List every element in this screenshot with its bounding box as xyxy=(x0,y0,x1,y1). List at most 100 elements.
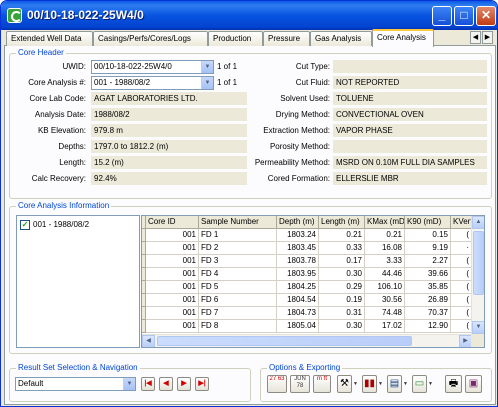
cell-core-id[interactable]: 001 xyxy=(146,255,199,268)
cell-k90[interactable]: 2.27 xyxy=(405,255,451,268)
cell-length[interactable]: 0.29 xyxy=(319,281,365,294)
cell-kvert[interactable]: ( xyxy=(451,320,472,333)
column-header-k90[interactable]: K90 (mD) xyxy=(405,216,451,229)
cell-sample-number[interactable]: FD 8 xyxy=(199,320,277,333)
tab-gas-analysis[interactable]: Gas Analysis xyxy=(310,31,372,46)
cell-kvert[interactable]: ( xyxy=(451,294,472,307)
cell-depth[interactable]: 1804.54 xyxy=(277,294,319,307)
maximize-button[interactable]: □ xyxy=(454,6,474,26)
tree-item-checkbox[interactable]: ✓ xyxy=(20,220,30,230)
tree-item-label[interactable]: 001 - 1988/08/2 xyxy=(33,220,89,230)
cell-length[interactable]: 0.30 xyxy=(319,268,365,281)
close-button[interactable]: ✕ xyxy=(476,6,496,26)
tools-dropdown-icon[interactable]: ▼ xyxy=(352,375,359,393)
column-header-length[interactable]: Length (m) xyxy=(319,216,365,229)
chevron-down-icon[interactable]: ▼ xyxy=(201,61,213,73)
tab-casings-perfs-cores-logs[interactable]: Casings/Perfs/Cores/Logs xyxy=(93,31,208,46)
next-record-icon[interactable]: ▶ xyxy=(177,377,191,391)
cell-kmax[interactable]: 3.33 xyxy=(365,255,405,268)
cell-k90[interactable]: 0.15 xyxy=(405,229,451,242)
column-header-depth[interactable]: Depth (m) xyxy=(277,216,319,229)
cell-sample-number[interactable]: FD 5 xyxy=(199,281,277,294)
tab-pressure[interactable]: Pressure xyxy=(263,31,310,46)
vertical-scroll-thumb[interactable] xyxy=(473,231,484,295)
column-header-core-id[interactable]: Core ID xyxy=(146,216,199,229)
title-bar[interactable]: 00/10-18-022-25W4/0 _ □ ✕ xyxy=(1,1,497,30)
cell-depth[interactable]: 1803.95 xyxy=(277,268,319,281)
tab-core-analysis[interactable]: Core Analysis xyxy=(372,29,434,47)
cell-depth[interactable]: 1803.78 xyxy=(277,255,319,268)
tab-scroll-right-icon[interactable]: ▶ xyxy=(482,31,493,44)
cell-k90[interactable]: 26.89 xyxy=(405,294,451,307)
cell-length[interactable]: 0.19 xyxy=(319,294,365,307)
tab-extended-well-data[interactable]: Extended Well Data xyxy=(6,31,93,46)
cell-sample-number[interactable]: FD 1 xyxy=(199,229,277,242)
date-format-icon[interactable]: JUN 78 xyxy=(290,375,310,393)
cell-length[interactable]: 0.30 xyxy=(319,320,365,333)
grid-horizontal-scrollbar[interactable]: ◀ ▶ xyxy=(142,334,472,347)
cell-sample-number[interactable]: FD 6 xyxy=(199,294,277,307)
cell-kmax[interactable]: 106.10 xyxy=(365,281,405,294)
tab-production[interactable]: Production xyxy=(208,31,263,46)
cell-sample-number[interactable]: FD 4 xyxy=(199,268,277,281)
export-icon[interactable]: ▭ xyxy=(412,375,427,393)
cell-kmax[interactable]: 17.02 xyxy=(365,320,405,333)
column-header-sample-number[interactable]: Sample Number xyxy=(199,216,277,229)
cell-kmax[interactable]: 16.08 xyxy=(365,242,405,255)
cell-core-id[interactable]: 001 xyxy=(146,307,199,320)
cell-kvert[interactable]: ( xyxy=(451,229,472,242)
units-icon[interactable]: m ft xyxy=(313,375,331,393)
column-header-kvert[interactable]: KVert xyxy=(451,216,472,229)
cell-kvert[interactable]: ( xyxy=(451,281,472,294)
cell-core-id[interactable]: 001 xyxy=(146,229,199,242)
cell-kmax[interactable]: 74.48 xyxy=(365,307,405,320)
cell-k90[interactable]: 39.66 xyxy=(405,268,451,281)
calendar-icon[interactable]: 27 63 xyxy=(267,375,287,393)
print-icon[interactable]: 🖶 xyxy=(445,375,462,393)
cell-depth[interactable]: 1804.73 xyxy=(277,307,319,320)
cell-core-id[interactable]: 001 xyxy=(146,294,199,307)
chevron-down-icon[interactable]: ▼ xyxy=(123,378,135,390)
cell-k90[interactable]: 70.37 xyxy=(405,307,451,320)
cell-kvert[interactable]: ( xyxy=(451,307,472,320)
minimize-button[interactable]: _ xyxy=(432,6,452,26)
cell-kvert[interactable]: ( xyxy=(451,268,472,281)
core-analysis-select[interactable]: 001 - 1988/08/2 ▼ xyxy=(91,76,214,90)
cell-core-id[interactable]: 001 xyxy=(146,320,199,333)
cell-kvert[interactable]: · xyxy=(451,242,472,255)
cell-length[interactable]: 0.33 xyxy=(319,242,365,255)
last-record-icon[interactable]: ▶| xyxy=(195,377,209,391)
cell-sample-number[interactable]: FD 3 xyxy=(199,255,277,268)
uwid-select[interactable]: 00/10-18-022-25W4/0 ▼ xyxy=(91,60,214,74)
column-header-kmax[interactable]: KMax (mD xyxy=(365,216,405,229)
cell-depth[interactable]: 1805.04 xyxy=(277,320,319,333)
cell-sample-number[interactable]: FD 2 xyxy=(199,242,277,255)
tools-icon[interactable]: ⚒ xyxy=(337,375,352,393)
cell-core-id[interactable]: 001 xyxy=(146,268,199,281)
cell-k90[interactable]: 9.19 xyxy=(405,242,451,255)
cell-length[interactable]: 0.21 xyxy=(319,229,365,242)
report-icon[interactable]: ▤ xyxy=(387,375,402,393)
cell-core-id[interactable]: 001 xyxy=(146,242,199,255)
grid-vertical-scrollbar[interactable]: ▲ ▼ xyxy=(471,216,484,334)
report-dropdown-icon[interactable]: ▼ xyxy=(402,375,409,393)
cell-kmax[interactable]: 44.46 xyxy=(365,268,405,281)
scroll-left-icon[interactable]: ◀ xyxy=(142,335,155,347)
cell-core-id[interactable]: 001 xyxy=(146,281,199,294)
first-record-icon[interactable]: |◀ xyxy=(141,377,155,391)
save-icon[interactable]: ▣ xyxy=(465,375,482,393)
horizontal-scroll-thumb[interactable] xyxy=(157,336,412,346)
cell-depth[interactable]: 1803.45 xyxy=(277,242,319,255)
cell-length[interactable]: 0.17 xyxy=(319,255,365,268)
export-dropdown-icon[interactable]: ▼ xyxy=(427,375,434,393)
cell-kmax[interactable]: 30.56 xyxy=(365,294,405,307)
cell-length[interactable]: 0.31 xyxy=(319,307,365,320)
cell-depth[interactable]: 1804.25 xyxy=(277,281,319,294)
cell-kmax[interactable]: 0.21 xyxy=(365,229,405,242)
cell-sample-number[interactable]: FD 7 xyxy=(199,307,277,320)
chart-icon[interactable]: ▮▮ xyxy=(362,375,377,393)
cell-kvert[interactable]: ( xyxy=(451,255,472,268)
chevron-down-icon[interactable]: ▼ xyxy=(201,77,213,89)
result-set-select[interactable]: Default ▼ xyxy=(15,377,136,391)
chart-dropdown-icon[interactable]: ▼ xyxy=(377,375,384,393)
